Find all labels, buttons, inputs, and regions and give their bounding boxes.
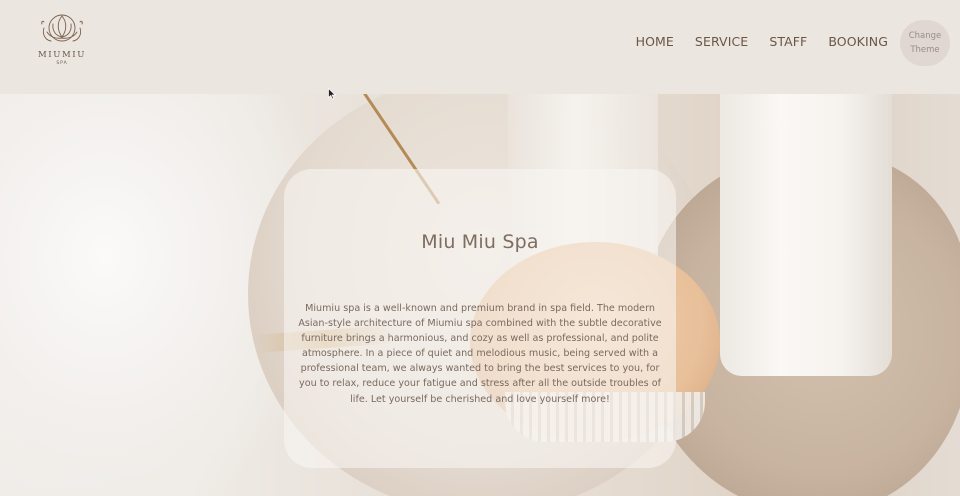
hero-bottle-image [720,94,892,376]
nav-staff[interactable]: STAFF [769,34,807,49]
hero-title: Miu Miu Spa [421,231,539,253]
intro-card: Miu Miu Spa Miumiu spa is a well-known a… [284,169,676,468]
site-header: MIUMIU SPA HOME SERVICE STAFF BOOKING Ch… [0,0,960,94]
brand-logo[interactable]: MIUMIU SPA [34,10,90,70]
brand-subtitle: SPA [56,61,68,66]
brand-name: MIUMIU [37,50,87,60]
change-theme-button[interactable]: Change Theme [900,20,950,66]
lotus-logo-icon [41,14,83,42]
main-nav: HOME SERVICE STAFF BOOKING [636,34,888,49]
nav-booking[interactable]: BOOKING [828,34,888,49]
mouse-cursor-icon [328,88,336,100]
nav-service[interactable]: SERVICE [695,34,748,49]
nav-home[interactable]: HOME [636,34,674,49]
hero-description: Miumiu spa is a well-known and premium b… [298,303,662,405]
